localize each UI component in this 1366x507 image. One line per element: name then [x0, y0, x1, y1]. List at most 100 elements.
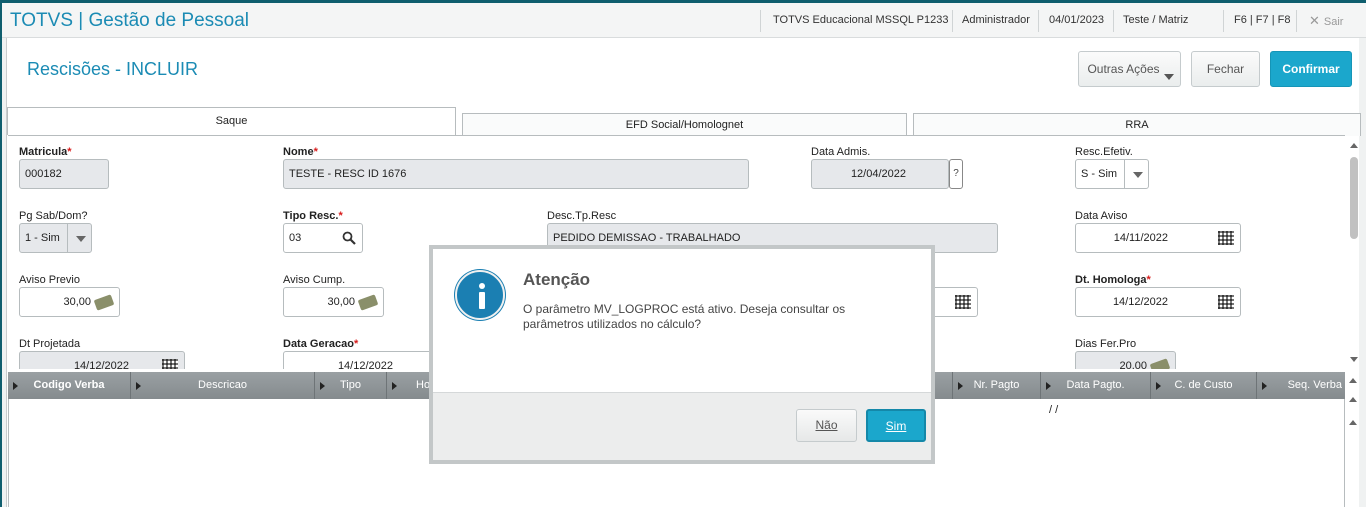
matricula-label: Matricula* [19, 146, 72, 158]
date-field-partial[interactable] [928, 287, 978, 317]
separator [1223, 10, 1224, 32]
caret-right-icon [392, 382, 397, 390]
close-icon: ✕ [1309, 13, 1320, 28]
scroll-down-icon[interactable] [1348, 355, 1360, 365]
separator [1296, 10, 1297, 32]
money-icon[interactable] [1149, 358, 1171, 369]
grid-cell-date: / / [1049, 404, 1059, 416]
dialog-title: Atenção [523, 270, 591, 289]
tipo-resc-value: 03 [289, 232, 302, 244]
calendar-icon[interactable] [162, 359, 178, 369]
pg-sab-dom-label: Pg Sab/Dom? [19, 210, 88, 222]
data-aviso-field[interactable]: 14/11/2022 [1075, 223, 1241, 253]
aviso-previo-value: 30,00 [63, 296, 91, 308]
dialog-footer: Não Sim [433, 392, 931, 460]
nome-label: Nome* [283, 146, 318, 158]
scroll-up-icon[interactable] [1347, 376, 1359, 386]
dias-fer-pro-value: 20,00 [1119, 360, 1147, 369]
shortcut-keys[interactable]: F6 | F7 | F8 [1234, 14, 1290, 26]
calendar-icon[interactable] [955, 295, 971, 309]
info-icon [455, 270, 505, 320]
scroll-up-icon[interactable] [1347, 395, 1359, 405]
matricula-field[interactable]: 000182 [19, 159, 109, 189]
search-icon[interactable] [342, 231, 356, 245]
column-tipo[interactable]: Tipo [314, 372, 386, 399]
caret-right-icon [1046, 382, 1051, 390]
scroll-up-icon[interactable] [1348, 141, 1360, 151]
dt-projetada-label: Dt Projetada [19, 338, 81, 350]
dias-fer-pro-label: Dias Fer.Pro [1075, 338, 1137, 350]
data-admis-label: Data Admis. [811, 146, 871, 158]
dt-projetada-value: 14/12/2022 [73, 360, 129, 369]
exit-label: Sair [1323, 16, 1344, 28]
column-data-pagto[interactable]: Data Pagto. [1040, 372, 1150, 399]
exit-button[interactable]: ✕ Sair [1309, 13, 1343, 29]
attention-dialog: Atenção O parâmetro MV_LOGPROC está ativ… [429, 245, 935, 464]
chevron-down-icon[interactable] [1124, 160, 1148, 188]
page-title: Rescisões - INCLUIR [27, 59, 199, 79]
data-aviso-value: 14/11/2022 [1113, 232, 1168, 244]
data-geracao-value: 14/12/2022 [337, 360, 393, 369]
column-codigo-verba[interactable]: Codigo Verba [8, 372, 130, 399]
caret-right-icon [1156, 382, 1161, 390]
tab-saque[interactable]: Saque [7, 107, 456, 135]
column-descricao[interactable]: Descricao [130, 372, 314, 399]
confirm-button[interactable]: Confirmar [1270, 51, 1352, 87]
chevron-down-icon[interactable] [67, 224, 91, 252]
dt-homologa-value: 14/12/2022 [1112, 296, 1168, 308]
column-seq-verba[interactable]: Seq. Verba [1256, 372, 1345, 399]
column-c-de-custo[interactable]: C. de Custo [1150, 372, 1256, 399]
app-title: TOTVS | Gestão de Pessoal [10, 10, 250, 31]
caret-right-icon [320, 382, 325, 390]
pg-sab-dom-select[interactable]: 1 - Sim [19, 223, 92, 253]
tipo-resc-field[interactable]: 03 [283, 223, 363, 253]
no-button[interactable]: Não [796, 409, 857, 442]
resc-efetiv-label: Resc.Efetiv. [1075, 146, 1133, 158]
tipo-resc-label: Tipo Resc.* [283, 210, 343, 222]
scroll-thumb[interactable] [1350, 157, 1358, 239]
data-admis-field[interactable]: 12/04/2022 [811, 159, 949, 189]
caret-right-icon [958, 382, 963, 390]
form-scrollbar[interactable] [1348, 139, 1360, 367]
money-icon[interactable] [93, 294, 115, 311]
tab-rra[interactable]: RRA [913, 113, 1361, 136]
caret-right-icon [136, 382, 141, 390]
caret-right-icon [1262, 382, 1267, 390]
top-header-bar: TOTVS | Gestão de Pessoal TOTVS Educacio… [2, 3, 1366, 38]
dt-projetada-field[interactable]: 14/12/2022 [19, 351, 185, 369]
more-actions-button[interactable]: Outras Ações [1078, 51, 1181, 87]
dt-homologa-label: Dt. Homologa* [1075, 274, 1151, 286]
data-geracao-label: Data Geracao* [283, 338, 359, 350]
aviso-cump-label: Aviso Cump. [283, 274, 346, 286]
calendar-icon[interactable] [1218, 295, 1234, 309]
data-geracao-field[interactable]: 14/12/2022 [283, 351, 449, 369]
chevron-down-icon [1164, 74, 1174, 80]
user-label: Administrador [962, 14, 1030, 26]
column-nr-pagto[interactable]: Nr. Pagto [952, 372, 1040, 399]
tab-efd-social[interactable]: EFD Social/Homolognet [462, 113, 907, 136]
close-button[interactable]: Fechar [1191, 51, 1260, 87]
yes-button[interactable]: Sim [866, 409, 926, 442]
dt-homologa-field[interactable]: 14/12/2022 [1075, 287, 1241, 317]
money-icon[interactable] [357, 294, 379, 311]
company-label: Teste / Matriz [1123, 14, 1189, 26]
pg-sab-dom-value: 1 - Sim [25, 232, 60, 244]
nome-field[interactable]: TESTE - RESC ID 1676 [283, 159, 749, 189]
caret-right-icon [13, 382, 18, 390]
desc-tp-resc-label: Desc.Tp.Resc [547, 210, 617, 222]
calendar-icon[interactable] [1218, 231, 1234, 245]
aviso-cump-field[interactable]: 30,00 [283, 287, 384, 317]
resc-efetiv-select[interactable]: S - Sim [1075, 159, 1149, 189]
help-button[interactable]: ? [949, 159, 963, 189]
grid-scrollbar[interactable] [1346, 373, 1360, 507]
separator [1038, 10, 1039, 32]
aviso-previo-field[interactable]: 30,00 [19, 287, 120, 317]
date-label: 04/01/2023 [1049, 14, 1105, 26]
resc-efetiv-value: S - Sim [1081, 168, 1118, 180]
dialog-message: O parâmetro MV_LOGPROC está ativo. Desej… [523, 302, 846, 331]
scroll-up-icon[interactable] [1347, 418, 1359, 428]
dias-fer-pro-field[interactable]: 20,00 [1075, 351, 1176, 369]
environment-label: TOTVS Educacional MSSQL P1233 [773, 14, 949, 26]
data-aviso-label: Data Aviso [1075, 210, 1128, 222]
aviso-cump-value: 30,00 [327, 296, 355, 308]
